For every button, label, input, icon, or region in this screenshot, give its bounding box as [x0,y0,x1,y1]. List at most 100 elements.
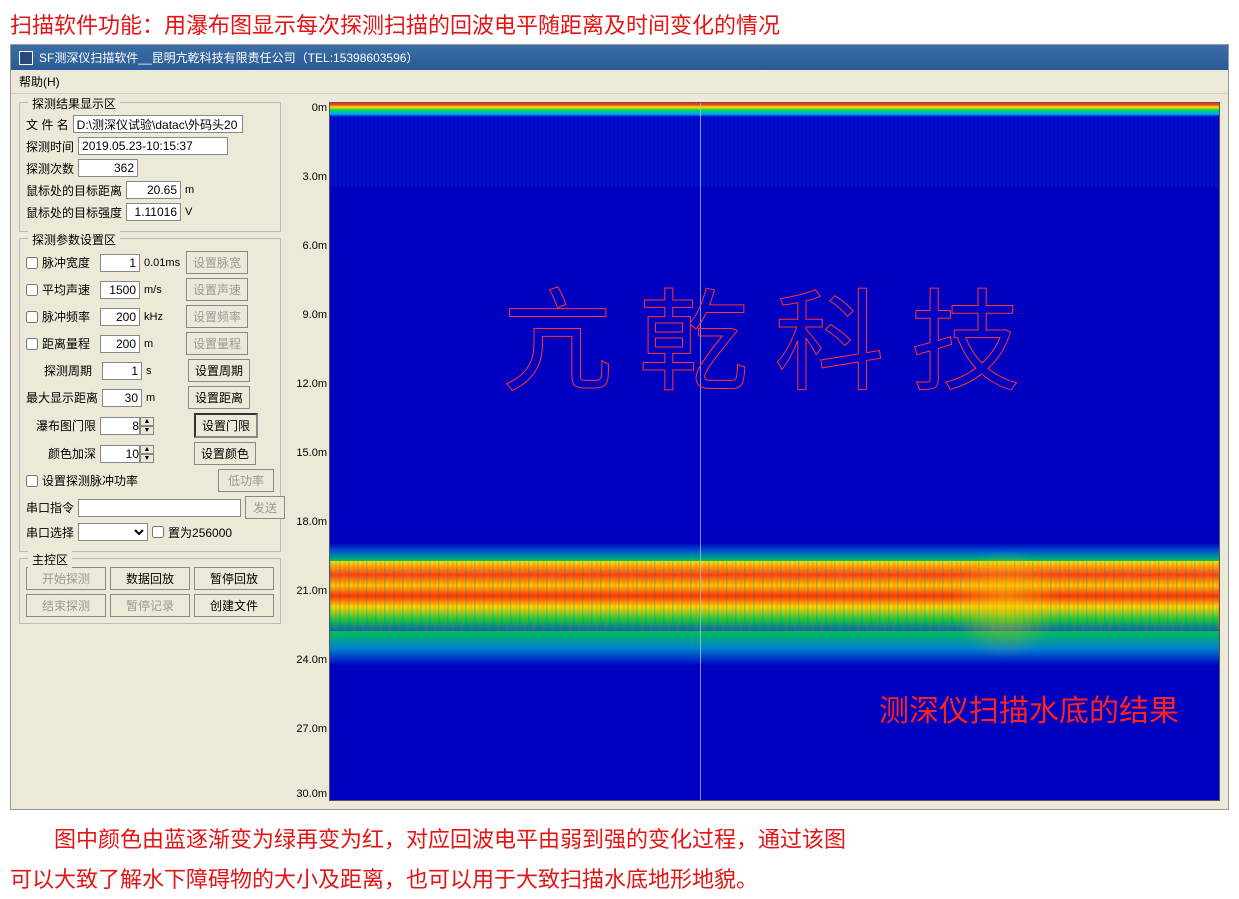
color-depth-value[interactable] [100,445,140,463]
serial-cmd-label: 串口指令 [26,499,74,516]
pulse-width-label: 脉冲宽度 [42,254,96,271]
file-name-field[interactable] [73,115,243,133]
data-replay-button[interactable]: 数据回放 [110,567,190,590]
set-pulse-width-button[interactable]: 设置脉宽 [186,251,248,274]
serial-select-label: 串口选择 [26,524,74,541]
axis-tick: 0m [312,102,327,114]
period-label: 探测周期 [44,362,98,379]
control-group-title: 主控区 [28,551,72,568]
set-range-button[interactable]: 设置量程 [186,332,248,355]
color-depth-label: 颜色加深 [26,445,96,462]
serial-cmd-field[interactable] [78,499,241,517]
seabed-leading-edge [330,543,1219,561]
set-pulse-freq-button[interactable]: 设置频率 [186,305,248,328]
up-arrow-icon[interactable]: ▲ [140,445,154,454]
menubar: 帮助(H) [11,70,1228,94]
set256000-label: 置为256000 [168,524,232,541]
set-pulse-power-check[interactable] [26,475,38,487]
results-group-title: 探测结果显示区 [28,95,120,112]
params-group: 探测参数设置区 脉冲宽度 0.01ms 设置脉宽 平均声速 m/s 设置声速 [19,238,281,552]
max-display-unit: m [146,392,184,404]
set-avg-speed-button[interactable]: 设置声速 [186,278,248,301]
annotation-top: 扫描软件功能：用瀑布图显示每次探测扫描的回波电平随距离及时间变化的情况 [0,0,1239,44]
results-group: 探测结果显示区 文 件 名 探测时间 探测次数 362 鼠标处的目标距离 20.… [19,102,281,232]
avg-speed-check[interactable] [26,284,38,296]
annotation-bottom-line1: 图中颜色由蓝逐渐变为绿再变为红，对应回波电平由弱到强的变化过程，通过该图 [54,827,846,852]
end-detect-button[interactable]: 结束探测 [26,594,106,617]
avg-speed-label: 平均声速 [42,281,96,298]
detect-count-label: 探测次数 [26,160,74,177]
avg-speed-unit: m/s [144,284,182,296]
max-display-field[interactable] [102,389,142,407]
axis-tick: 15.0m [296,447,327,459]
color-depth-stepper[interactable]: ▲▼ [100,445,154,463]
pulse-width-field[interactable] [100,254,140,272]
cursor-distance-label: 鼠标处的目标距离 [26,182,122,199]
axis-tick: 24.0m [296,654,327,666]
set-max-display-button[interactable]: 设置距离 [188,386,250,409]
cursor-intensity-value: 1.11016 [126,203,181,221]
gate-stepper[interactable]: ▲▼ [100,417,154,435]
range-check[interactable] [26,338,38,350]
overlay-caption: 测深仪扫描水底的结果 [879,686,1179,730]
avg-speed-field[interactable] [100,281,140,299]
pause-record-button[interactable]: 暂停记录 [110,594,190,617]
window-title: SF测深仪扫描软件__昆明亢乾科技有限责任公司（TEL:15398603596） [39,49,418,66]
axis-tick: 12.0m [296,378,327,390]
params-group-title: 探测参数设置区 [28,231,120,248]
depth-axis: 0m 3.0m 6.0m 9.0m 12.0m 15.0m 18.0m 21.0… [289,102,329,801]
gate-label: 瀑布图门限 [26,417,96,434]
app-icon [19,51,33,65]
detect-time-field[interactable] [78,137,228,155]
set256000-check[interactable] [152,526,164,538]
start-detect-button[interactable]: 开始探测 [26,567,106,590]
low-power-button[interactable]: 低功率 [218,469,274,492]
period-field[interactable] [102,362,142,380]
titlebar[interactable]: SF测深仪扫描软件__昆明亢乾科技有限责任公司（TEL:15398603596） [11,45,1228,70]
cursor-intensity-label: 鼠标处的目标强度 [26,204,122,221]
axis-tick: 21.0m [296,585,327,597]
pulse-width-check[interactable] [26,257,38,269]
left-panel: 探测结果显示区 文 件 名 探测时间 探测次数 362 鼠标处的目标距离 20.… [19,102,281,801]
detect-time-label: 探测时间 [26,138,74,155]
set-period-button[interactable]: 设置周期 [188,359,250,382]
seabed-trailing-edge [330,631,1219,666]
pulse-freq-field[interactable] [100,308,140,326]
pause-replay-button[interactable]: 暂停回放 [194,567,274,590]
waterfall-area: 0m 3.0m 6.0m 9.0m 12.0m 15.0m 18.0m 21.0… [289,102,1220,801]
gate-value[interactable] [100,417,140,435]
cursor-distance-unit: m [185,184,194,196]
send-button[interactable]: 发送 [245,496,285,519]
file-name-label: 文 件 名 [26,116,69,133]
pulse-freq-check[interactable] [26,311,38,323]
surface-echo-band [330,103,1219,117]
range-label: 距离量程 [42,335,96,352]
client-area: 探测结果显示区 文 件 名 探测时间 探测次数 362 鼠标处的目标距离 20.… [11,94,1228,809]
waterfall-plot[interactable]: 亢乾科技 测深仪扫描水底的结果 [329,102,1220,801]
app-window: SF测深仪扫描软件__昆明亢乾科技有限责任公司（TEL:15398603596）… [10,44,1229,810]
axis-tick: 27.0m [296,723,327,735]
seabed-disturbance [950,549,1060,659]
pulse-freq-unit: kHz [144,311,182,323]
detect-count-value: 362 [78,159,138,177]
axis-tick: 30.0m [296,788,327,800]
set-pulse-power-label: 设置探测脉冲功率 [42,472,138,489]
watermark-text: 亢乾科技 [390,253,1159,413]
period-unit: s [146,365,184,377]
range-field[interactable] [100,335,140,353]
axis-tick: 3.0m [303,171,327,183]
annotation-bottom-line2: 可以大致了解水下障碍物的大小及距离，也可以用于大致扫描水底地形地貌。 [10,867,758,892]
max-display-label: 最大显示距离 [26,389,98,406]
down-arrow-icon[interactable]: ▼ [140,454,154,463]
control-group: 主控区 开始探测 数据回放 暂停回放 结束探测 暂停记录 创建文件 [19,558,281,624]
up-arrow-icon[interactable]: ▲ [140,417,154,426]
menu-help[interactable]: 帮助(H) [19,75,60,89]
down-arrow-icon[interactable]: ▼ [140,426,154,435]
create-file-button[interactable]: 创建文件 [194,594,274,617]
set-color-button[interactable]: 设置颜色 [194,442,256,465]
axis-tick: 9.0m [303,309,327,321]
seabed-echo-band [330,561,1219,631]
set-gate-button[interactable]: 设置门限 [194,413,258,438]
serial-select-combo[interactable] [78,523,148,541]
pulse-freq-label: 脉冲频率 [42,308,96,325]
